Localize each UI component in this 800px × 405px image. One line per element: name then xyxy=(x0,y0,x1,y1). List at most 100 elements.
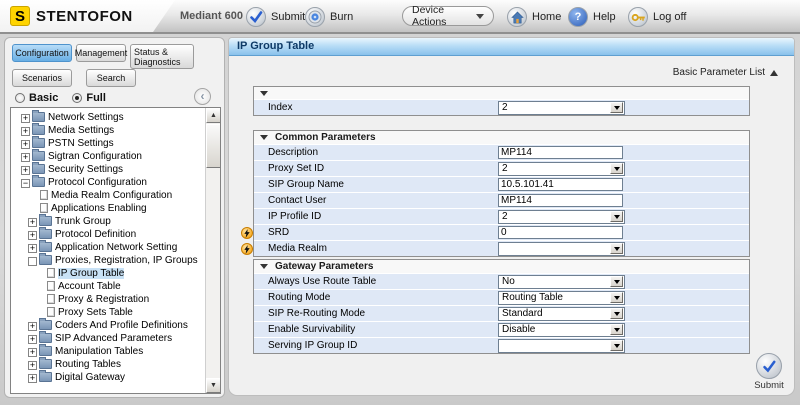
enable-survivability-select[interactable]: Disable xyxy=(498,323,625,337)
submit-toolbar-button[interactable]: Submit xyxy=(246,5,305,29)
basic-parameter-list-toggle[interactable]: Basic Parameter List xyxy=(673,66,778,79)
tree-item-pstn-settings[interactable]: +PSTN Settings xyxy=(13,137,204,150)
select-value: 2 xyxy=(499,163,610,174)
dropdown-arrow-icon[interactable] xyxy=(610,163,623,174)
row-enable-survivability: Enable Survivability Disable xyxy=(254,321,749,337)
tree-item-digital-gateway[interactable]: +Digital Gateway xyxy=(13,371,204,384)
logoff-button[interactable]: Log off xyxy=(628,5,686,29)
home-button[interactable]: Home xyxy=(507,5,561,29)
field-label: Serving IP Group ID xyxy=(268,340,498,351)
section-title: Gateway Parameters xyxy=(275,261,373,272)
collapse-pane-icon[interactable]: ‹ xyxy=(194,88,211,105)
burn-toolbar-button[interactable]: Burn xyxy=(305,5,353,29)
collapse-icon[interactable]: − xyxy=(21,179,30,188)
tree-label: Security Settings xyxy=(48,164,123,175)
dropdown-arrow-icon[interactable] xyxy=(610,211,623,222)
submit-toolbar-label: Submit xyxy=(271,11,305,23)
tab-search[interactable]: Search xyxy=(86,69,136,87)
full-radio[interactable] xyxy=(72,93,82,103)
tree-item-proxies-registration-ip-groups[interactable]: −Proxies, Registration, IP Groups xyxy=(13,254,204,267)
expand-icon[interactable]: + xyxy=(28,218,37,227)
tree-label: Protocol Definition xyxy=(55,229,136,240)
srd-input[interactable] xyxy=(498,226,623,239)
expand-icon[interactable]: + xyxy=(21,140,30,149)
row-description: Description xyxy=(254,144,749,160)
device-actions-dropdown[interactable]: Device Actions xyxy=(402,6,494,26)
proxy-set-id-select[interactable]: 2 xyxy=(498,162,625,176)
index-select[interactable]: 2 xyxy=(498,101,625,115)
tree-item-media-settings[interactable]: +Media Settings xyxy=(13,124,204,137)
tab-configuration[interactable]: Configuration xyxy=(12,44,72,62)
section-collapse-icon[interactable] xyxy=(260,135,268,144)
always-use-route-table-select[interactable]: No xyxy=(498,275,625,289)
folder-icon xyxy=(39,359,52,369)
row-index: Index 2 xyxy=(254,99,749,115)
serving-ip-group-id-select[interactable] xyxy=(498,339,625,353)
dropdown-arrow-icon[interactable] xyxy=(610,102,623,113)
folder-icon xyxy=(39,372,52,382)
tab-management[interactable]: Management xyxy=(76,44,126,62)
expand-icon[interactable]: + xyxy=(28,348,37,357)
ip-profile-id-select[interactable]: 2 xyxy=(498,210,625,224)
routing-mode-select[interactable]: Routing Table xyxy=(498,291,625,305)
section-collapse-icon[interactable] xyxy=(260,264,268,273)
collapse-icon[interactable]: − xyxy=(28,257,37,266)
dropdown-arrow-icon[interactable] xyxy=(610,308,623,319)
help-button[interactable]: ? Help xyxy=(568,5,616,29)
submit-button[interactable]: Submit xyxy=(752,353,786,391)
select-value: 2 xyxy=(499,211,610,222)
expand-icon[interactable]: + xyxy=(21,166,30,175)
dropdown-arrow-icon[interactable] xyxy=(610,340,623,351)
dropdown-arrow-icon[interactable] xyxy=(610,324,623,335)
tree-item-ip-group-table[interactable]: IP Group Table xyxy=(13,267,204,280)
tree-item-security-settings[interactable]: + Security Settings xyxy=(13,163,204,176)
index-section-header[interactable] xyxy=(254,87,749,99)
gateway-parameters-section: Gateway Parameters Always Use Route Tabl… xyxy=(253,259,750,354)
folder-open-icon xyxy=(32,177,45,187)
tree-item-protocol-configuration[interactable]: −Protocol Configuration xyxy=(13,176,204,189)
tree-item-media-realm-configuration[interactable]: Media Realm Configuration xyxy=(13,189,204,202)
tree-item-proxy-and-registration[interactable]: Proxy & Registration xyxy=(13,293,204,306)
common-parameters-header[interactable]: Common Parameters xyxy=(254,131,749,144)
home-icon xyxy=(507,7,527,27)
expand-icon[interactable]: + xyxy=(21,127,30,136)
section-title: Common Parameters xyxy=(275,132,376,143)
dropdown-arrow-icon[interactable] xyxy=(610,243,623,254)
expand-icon[interactable]: + xyxy=(28,374,37,383)
row-serving-ip-group-id: Serving IP Group ID xyxy=(254,337,749,353)
tree-scrollbar[interactable]: ▲ ▼ xyxy=(205,108,220,393)
dropdown-arrow-icon[interactable] xyxy=(610,292,623,303)
tree-item-network-settings[interactable]: + Network Settings xyxy=(13,111,204,124)
gateway-parameters-header[interactable]: Gateway Parameters xyxy=(254,260,749,273)
folder-icon xyxy=(39,346,52,356)
page-icon xyxy=(47,294,55,304)
row-sip-group-name: SIP Group Name xyxy=(254,176,749,192)
expand-icon[interactable]: + xyxy=(21,153,30,162)
expand-icon[interactable]: + xyxy=(28,231,37,240)
page-icon xyxy=(47,281,55,291)
tree-item-account-table[interactable]: Account Table xyxy=(13,280,204,293)
sip-re-routing-mode-select[interactable]: Standard xyxy=(498,307,625,321)
tree-item-sigtran-configuration[interactable]: +Sigtran Configuration xyxy=(13,150,204,163)
contact-user-input[interactable] xyxy=(498,194,623,207)
expand-icon[interactable]: + xyxy=(28,244,37,253)
tab-scenarios[interactable]: Scenarios xyxy=(12,69,72,87)
tree-label: Proxy & Registration xyxy=(58,294,149,305)
media-realm-select[interactable] xyxy=(498,242,625,256)
expand-icon[interactable]: + xyxy=(21,114,30,123)
tab-status-diagnostics[interactable]: Status & Diagnostics xyxy=(130,44,194,69)
dropdown-arrow-icon[interactable] xyxy=(610,276,623,287)
sip-group-name-input[interactable] xyxy=(498,178,623,191)
page-icon xyxy=(40,190,48,200)
basic-radio[interactable] xyxy=(15,93,25,103)
tree-label: Network Settings xyxy=(48,112,124,123)
parameter-list-label: Basic Parameter List xyxy=(673,67,765,78)
expand-icon[interactable]: + xyxy=(28,335,37,344)
description-input[interactable] xyxy=(498,146,623,159)
expand-icon[interactable]: + xyxy=(28,322,37,331)
scroll-up-icon[interactable]: ▲ xyxy=(206,108,221,123)
scrollbar-thumb[interactable] xyxy=(206,124,221,168)
expand-icon[interactable]: + xyxy=(28,361,37,370)
lightning-reset-icon xyxy=(241,227,253,239)
scroll-down-icon[interactable]: ▼ xyxy=(206,378,221,393)
